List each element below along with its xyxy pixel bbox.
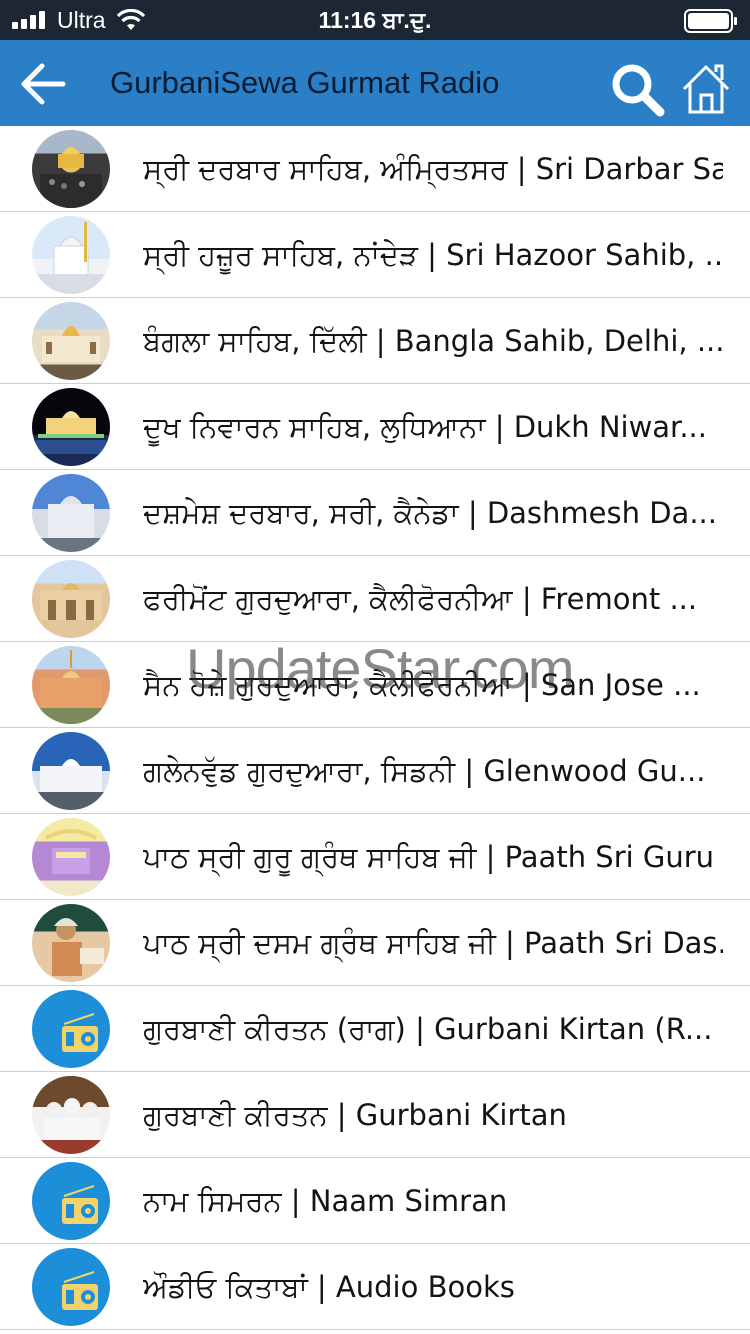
station-label: ਔਡੀਓ ਕਿਤਾਬਾਂ | Audio Books [143, 1270, 515, 1304]
station-thumbnail [32, 732, 110, 810]
list-item[interactable]: ਗੁਰਬਾਣੀ ਕੀਰਤਨ | Gurbani Kirtan [0, 1072, 750, 1158]
list-item[interactable]: ਪਾਠ ਸ੍ਰੀ ਦਸਮ ਗ੍ਰੰਥ ਸਾਹਿਬ ਜੀ | Paath Sri … [0, 900, 750, 986]
station-thumbnail [32, 904, 110, 982]
status-bar: Ultra 11:16 ਬਾ.ਦੁ. [0, 0, 750, 40]
station-thumbnail [32, 388, 110, 466]
station-label: ਨਾਮ ਸਿਮਰਨ | Naam Simran [143, 1184, 508, 1218]
back-arrow-icon[interactable] [16, 60, 68, 108]
list-item[interactable]: ਦੂਖ ਨਿਵਾਰਨ ਸਾਹਿਬ, ਲੁਧਿਆਨਾ | Dukh Niwar..… [0, 384, 750, 470]
battery-icon [684, 9, 737, 33]
list-item[interactable]: ਬੰਗਲਾ ਸਾਹਿਬ, ਦਿੱਲੀ | Bangla Sahib, Delhi… [0, 298, 750, 384]
station-thumbnail [32, 474, 110, 552]
station-list: ਸ੍ਰੀ ਦਰਬਾਰ ਸਾਹਿਬ, ਅੰਮ੍ਰਿਤਸਰ | Sri Darbar… [0, 126, 750, 1330]
station-thumbnail [32, 646, 110, 724]
search-icon[interactable] [610, 62, 666, 118]
station-label: ਦਸ਼ਮੇਸ਼ ਦਰਬਾਰ, ਸਰੀ, ਕੈਨੇਡਾ | Dashmesh Da… [143, 496, 717, 530]
station-label: ਸੈਨ ਹੋਜ਼ੇ ਗੁਰਦੁਆਰਾ, ਕੈਲੀਫੋਰਨੀਆ | San Jos… [143, 668, 701, 702]
list-item[interactable]: ਔਡੀਓ ਕਿਤਾਬਾਂ | Audio Books [0, 1244, 750, 1330]
list-item[interactable]: ਗਲੇਨਵੁੱਡ ਗੁਰਦੁਆਰਾ, ਸਿਡਨੀ | Glenwood Gu..… [0, 728, 750, 814]
station-thumbnail [32, 560, 110, 638]
list-item[interactable]: ਫਰੀਮੋਂਟ ਗੁਰਦੁਆਰਾ, ਕੈਲੀਫੋਰਨੀਆ | Fremont .… [0, 556, 750, 642]
station-label: ਪਾਠ ਸ੍ਰੀ ਗੁਰੂ ਗ੍ਰੰਥ ਸਾਹਿਬ ਜੀ | Paath Sri… [143, 840, 723, 874]
station-thumbnail [32, 216, 110, 294]
station-thumbnail [32, 302, 110, 380]
list-item[interactable]: ਸੈਨ ਹੋਜ਼ੇ ਗੁਰਦੁਆਰਾ, ਕੈਲੀਫੋਰਨੀਆ | San Jos… [0, 642, 750, 728]
station-label: ਗੁਰਬਾਣੀ ਕੀਰਤਨ (ਰਾਗ) | Gurbani Kirtan (R.… [143, 1012, 713, 1046]
radio-icon [32, 1162, 110, 1240]
home-icon[interactable] [680, 62, 732, 116]
list-item[interactable]: ਨਾਮ ਸਿਮਰਨ | Naam Simran [0, 1158, 750, 1244]
station-label: ਸ੍ਰੀ ਦਰਬਾਰ ਸਾਹਿਬ, ਅੰਮ੍ਰਿਤਸਰ | Sri Darbar… [143, 152, 723, 186]
list-item[interactable]: ਦਸ਼ਮੇਸ਼ ਦਰਬਾਰ, ਸਰੀ, ਕੈਨੇਡਾ | Dashmesh Da… [0, 470, 750, 556]
station-label: ਪਾਠ ਸ੍ਰੀ ਦਸਮ ਗ੍ਰੰਥ ਸਾਹਿਬ ਜੀ | Paath Sri … [143, 926, 723, 960]
radio-icon [32, 990, 110, 1068]
status-clock: 11:16 ਬਾ.ਦੁ. [318, 7, 432, 33]
list-item[interactable]: ਸ੍ਰੀ ਹਜ਼ੂਰ ਸਾਹਿਬ, ਨਾਂਦੇੜ | Sri Hazoor Sa… [0, 212, 750, 298]
station-label: ਸ੍ਰੀ ਹਜ਼ੂਰ ਸਾਹਿਬ, ਨਾਂਦੇੜ | Sri Hazoor Sa… [143, 238, 723, 272]
page-title: GurbaniSewa Gurmat Radio [110, 65, 500, 100]
station-thumbnail [32, 1076, 110, 1154]
station-label: ਗੁਰਬਾਣੀ ਕੀਰਤਨ | Gurbani Kirtan [143, 1098, 567, 1132]
radio-icon [32, 1248, 110, 1326]
station-label: ਬੰਗਲਾ ਸਾਹਿਬ, ਦਿੱਲੀ | Bangla Sahib, Delhi… [143, 324, 723, 358]
navigation-bar: GurbaniSewa Gurmat Radio [0, 40, 750, 126]
list-item[interactable]: ਪਾਠ ਸ੍ਰੀ ਗੁਰੂ ਗ੍ਰੰਥ ਸਾਹਿਬ ਜੀ | Paath Sri… [0, 814, 750, 900]
station-thumbnail [32, 818, 110, 896]
station-thumbnail [32, 130, 110, 208]
station-label: ਦੂਖ ਨਿਵਾਰਨ ਸਾਹਿਬ, ਲੁਧਿਆਨਾ | Dukh Niwar..… [143, 410, 707, 444]
station-label: ਗਲੇਨਵੁੱਡ ਗੁਰਦੁਆਰਾ, ਸਿਡਨੀ | Glenwood Gu..… [143, 754, 706, 788]
list-item[interactable]: ਗੁਰਬਾਣੀ ਕੀਰਤਨ (ਰਾਗ) | Gurbani Kirtan (R.… [0, 986, 750, 1072]
station-label: ਫਰੀਮੋਂਟ ਗੁਰਦੁਆਰਾ, ਕੈਲੀਫੋਰਨੀਆ | Fremont .… [143, 582, 698, 616]
list-item[interactable]: ਸ੍ਰੀ ਦਰਬਾਰ ਸਾਹਿਬ, ਅੰਮ੍ਰਿਤਸਰ | Sri Darbar… [0, 126, 750, 212]
